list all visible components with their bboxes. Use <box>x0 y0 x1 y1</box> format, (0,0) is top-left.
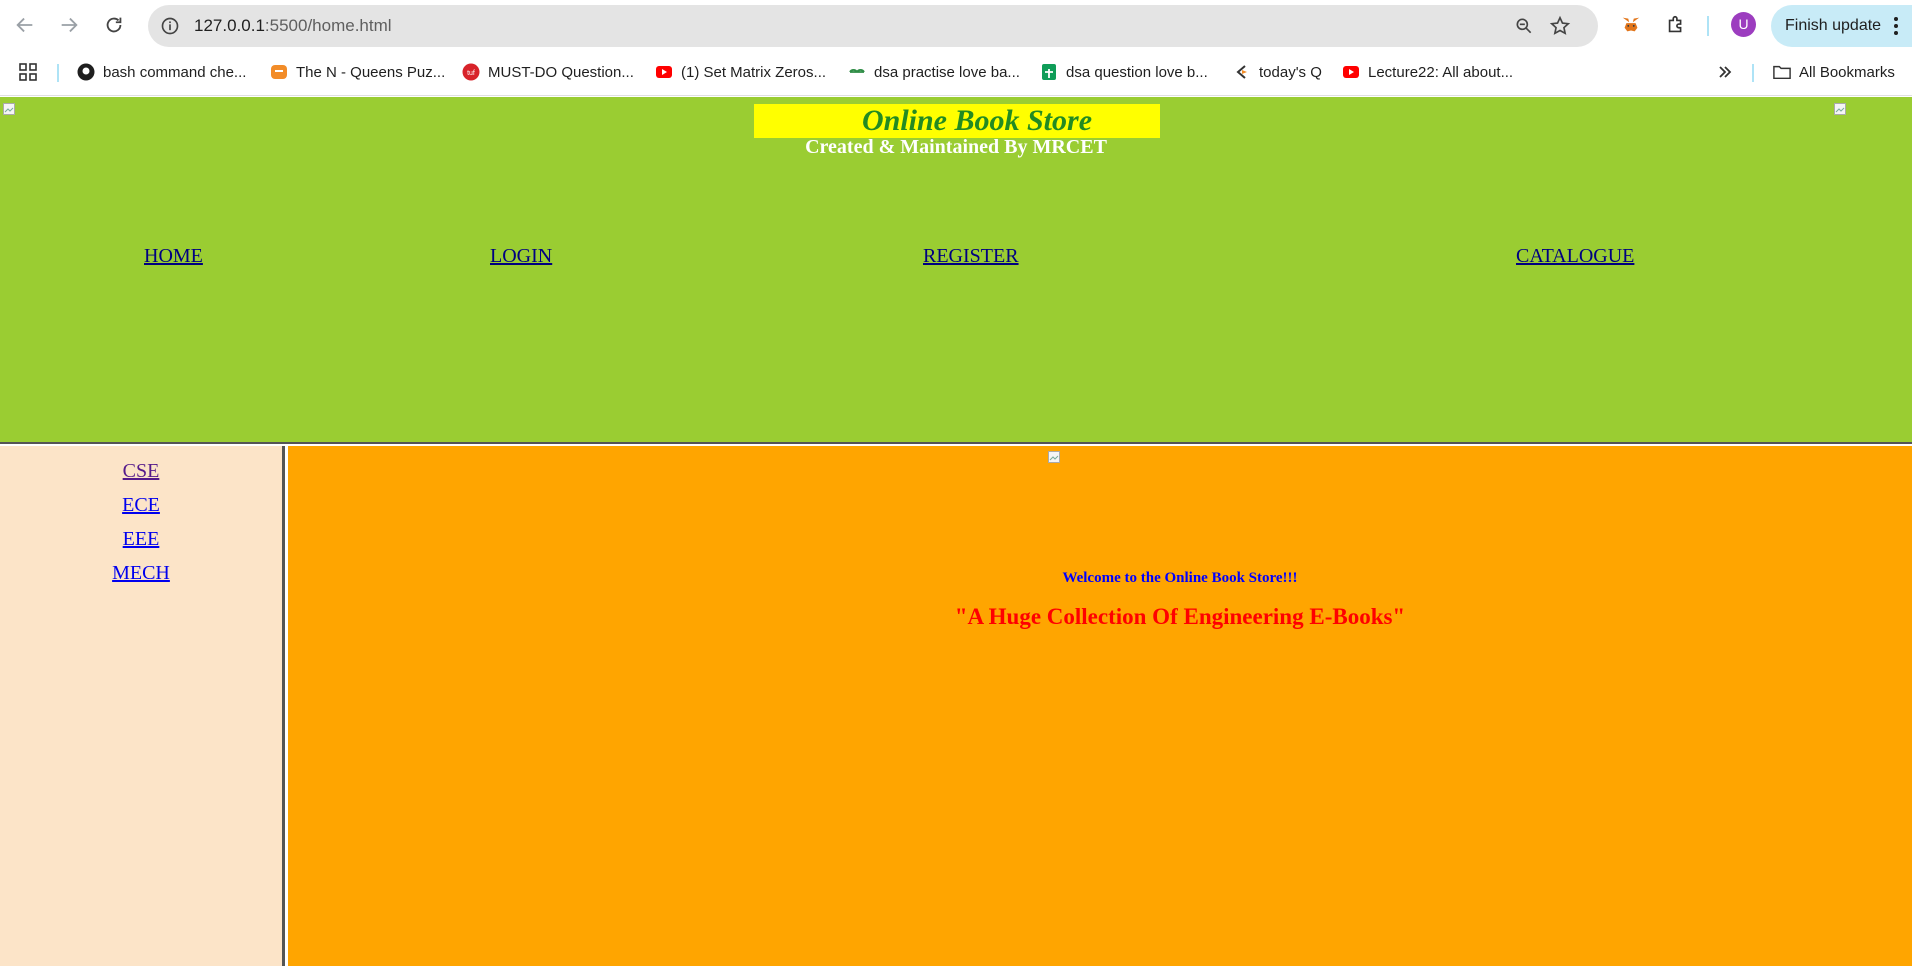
bookmark-label: Lecture22: All about... <box>1368 63 1514 81</box>
more-menu-icon[interactable] <box>1893 16 1899 36</box>
url-text[interactable]: 127.0.0.1:5500/home.html <box>194 5 392 47</box>
bookmark-divider <box>1752 64 1754 82</box>
bookmark-item[interactable]: dsa practise love ba... <box>848 50 1020 94</box>
youtube-icon <box>655 63 673 81</box>
bookmark-label: dsa practise love ba... <box>874 63 1020 81</box>
broken-image-icon <box>1834 103 1846 115</box>
leetcode-icon <box>270 63 288 81</box>
bookmark-item[interactable]: dsa question love b... <box>1040 50 1208 94</box>
welcome-message: Welcome to the Online Book Store!!! <box>1062 570 1298 586</box>
browser-toolbar: 127.0.0.1:5500/home.html U Finish update <box>0 0 1912 50</box>
bookmark-star-icon[interactable] <box>1548 14 1572 38</box>
bookmark-label: today's Q <box>1259 63 1322 81</box>
gfg-icon <box>848 63 866 81</box>
url-host: 127.0.0.1 <box>194 16 265 35</box>
bookmark-item[interactable]: today's Q <box>1233 50 1322 94</box>
forward-button[interactable] <box>52 8 86 42</box>
svg-text:tuf: tuf <box>467 70 475 77</box>
bookmark-label: The N - Queens Puz... <box>296 63 446 81</box>
url-path: :5500/home.html <box>264 16 392 35</box>
extensions-puzzle-icon[interactable] <box>1663 12 1689 38</box>
web-page: Online Book Store Created & Maintained B… <box>0 97 1912 966</box>
tuf-icon: tuf <box>462 63 480 81</box>
page-subtitle: Created & Maintained By MRCET <box>805 136 1107 158</box>
bookmarks-overflow-icon[interactable] <box>1716 50 1734 94</box>
tagline: "A Huge Collection Of Engineering E-Book… <box>954 604 1406 629</box>
nav-link-catalogue[interactable]: CATALOGUE <box>1516 245 1634 268</box>
bookmark-label: bash command che... <box>103 63 247 81</box>
finish-update-label: Finish update <box>1785 17 1882 34</box>
sidebar-link-ece[interactable]: ECE <box>0 494 282 517</box>
folder-icon <box>1773 63 1791 81</box>
github-icon <box>77 63 95 81</box>
apps-grid-icon[interactable] <box>18 50 38 94</box>
finish-update-button[interactable]: Finish update <box>1771 5 1912 47</box>
sidebar-link-mech[interactable]: MECH <box>0 562 282 585</box>
bookmark-item[interactable]: Lecture22: All about... <box>1342 50 1513 94</box>
zoom-icon[interactable] <box>1512 14 1536 38</box>
codingninjas-icon <box>1233 63 1251 81</box>
sidebar-link-cse[interactable]: CSE <box>0 460 282 483</box>
all-bookmarks-button[interactable]: All Bookmarks <box>1773 50 1895 94</box>
bookmark-label: dsa question love b... <box>1066 63 1208 81</box>
all-bookmarks-label: All Bookmarks <box>1799 63 1895 81</box>
site-info-icon[interactable] <box>158 14 182 38</box>
bookmark-label: (1) Set Matrix Zeros... <box>681 63 827 81</box>
bookmark-item[interactable]: (1) Set Matrix Zeros... <box>655 50 826 94</box>
forward-arrow-icon <box>61 17 78 33</box>
back-button[interactable] <box>8 8 42 42</box>
sidebar-frame: CSE ECE EEE MECH <box>0 446 285 966</box>
bookmark-item[interactable]: tuf MUST-DO Question... <box>462 50 634 94</box>
metamask-icon[interactable] <box>1618 12 1644 38</box>
broken-image-icon <box>3 103 15 115</box>
sidebar-link-eee[interactable]: EEE <box>0 528 282 551</box>
broken-image-icon <box>1048 451 1060 463</box>
bookmark-divider <box>57 64 59 82</box>
main-frame: Welcome to the Online Book Store!!! "A H… <box>288 446 1912 966</box>
profile-avatar[interactable]: U <box>1731 12 1756 37</box>
sheets-icon <box>1040 63 1058 81</box>
header-frame: Online Book Store Created & Maintained B… <box>0 97 1912 444</box>
back-arrow-icon <box>16 17 33 33</box>
youtube-icon <box>1342 63 1360 81</box>
toolbar-divider <box>1707 16 1709 36</box>
bookmark-label: MUST-DO Question... <box>488 63 634 81</box>
address-bar[interactable]: 127.0.0.1:5500/home.html <box>148 5 1598 47</box>
nav-link-home[interactable]: HOME <box>144 245 203 268</box>
bookmark-item[interactable]: The N - Queens Puz... <box>270 50 445 94</box>
nav-link-login[interactable]: LOGIN <box>490 245 552 268</box>
bookmarks-bar: bash command che... The N - Queens Puz..… <box>0 50 1912 96</box>
page-title: Online Book Store <box>861 104 1093 137</box>
reload-button[interactable] <box>97 8 131 42</box>
nav-link-register[interactable]: REGISTER <box>923 245 1019 268</box>
reload-icon <box>106 17 122 33</box>
bookmark-item[interactable]: bash command che... <box>77 50 246 94</box>
title-banner: Online Book Store <box>754 104 1160 138</box>
